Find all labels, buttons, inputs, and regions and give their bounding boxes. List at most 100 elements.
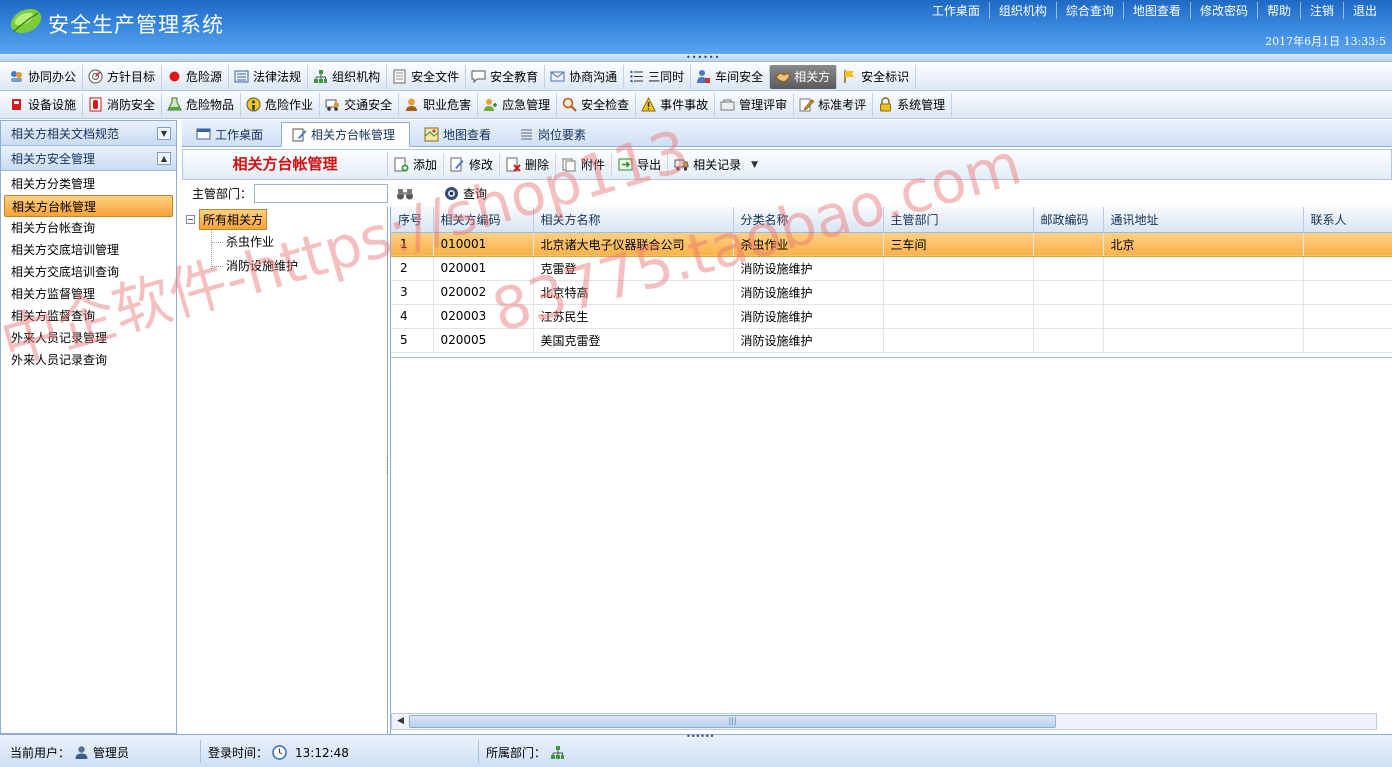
- nav-item-supervision-query[interactable]: 相关方监督查询: [1, 305, 176, 327]
- menu-laws[interactable]: 法律法规: [229, 64, 309, 89]
- menu-incidents[interactable]: 事件事故: [636, 92, 716, 117]
- cell-code: 010001: [433, 232, 534, 257]
- add-button[interactable]: 添加: [388, 153, 445, 176]
- tree-node-fire-facility-maintenance[interactable]: 消防设施维护: [211, 255, 298, 277]
- export-button[interactable]: 导出: [612, 153, 669, 176]
- column-header-name[interactable]: 相关方名称: [533, 207, 734, 233]
- table-row[interactable]: 4 020003 江苏民生 消防设施维护: [391, 304, 1392, 329]
- nav-item-classification[interactable]: 相关方分类管理: [1, 173, 176, 195]
- horizontal-scrollbar[interactable]: ◀ |||: [391, 713, 1377, 730]
- nav-item-training-management[interactable]: 相关方交底培训管理: [1, 239, 176, 261]
- leaf-logo-icon: [10, 8, 42, 34]
- delete-button[interactable]: 删除: [500, 153, 557, 176]
- tree-root-node[interactable]: − 所有相关方: [186, 209, 268, 230]
- scrollbar-thumb[interactable]: |||: [409, 715, 1056, 728]
- table-row[interactable]: 5 020005 美国克雷登 消防设施维护: [391, 328, 1392, 353]
- handshake-icon: [775, 72, 790, 83]
- nav-item-ledger-query[interactable]: 相关方台帐查询: [1, 217, 176, 239]
- nav-item-visitor-record-management[interactable]: 外来人员记录管理: [1, 327, 176, 349]
- attachment-icon: [562, 158, 576, 172]
- splitter-grip-icon[interactable]: ••••••: [686, 732, 714, 741]
- column-header-address[interactable]: 通讯地址: [1103, 207, 1304, 233]
- menu-hazardous-work[interactable]: 危险作业: [241, 92, 321, 117]
- header-link-map[interactable]: 地图查看: [1122, 2, 1190, 19]
- menu-label: 消防安全: [107, 98, 156, 112]
- cell-category: 杀虫作业: [733, 232, 884, 257]
- menu-traffic-safety[interactable]: 交通安全: [320, 92, 400, 117]
- tree-root-label[interactable]: 所有相关方: [199, 209, 268, 230]
- menu-organization[interactable]: 组织机构: [308, 64, 388, 89]
- org-chart-icon: [551, 746, 565, 759]
- menu-safety-signs[interactable]: 安全标识: [837, 64, 917, 89]
- scroll-left-icon[interactable]: ◀: [392, 714, 409, 729]
- column-header-postcode[interactable]: 邮政编码: [1033, 207, 1104, 233]
- menu-policy-goals[interactable]: 方针目标: [83, 64, 163, 89]
- table-row[interactable]: 2 020001 克雷登 消防设施维护: [391, 256, 1392, 281]
- column-header-department[interactable]: 主管部门: [883, 207, 1034, 233]
- tab-map[interactable]: 地图查看: [414, 123, 505, 146]
- nav-item-supervision-management[interactable]: 相关方监督管理: [1, 283, 176, 305]
- accordion-docs-header[interactable]: 相关方相关文档规范 ▼: [1, 121, 176, 146]
- menu-safety-documents[interactable]: 安全文件: [387, 64, 467, 89]
- menu-label: 事件事故: [660, 98, 709, 112]
- tab-ledger-management[interactable]: 相关方台帐管理: [281, 122, 411, 147]
- menu-management-review[interactable]: 管理评审: [715, 92, 795, 117]
- edit-button[interactable]: 修改: [444, 153, 501, 176]
- nav-item-ledger-management[interactable]: 相关方台帐管理: [4, 195, 173, 217]
- menu-label: 安全标识: [861, 70, 910, 84]
- menu-occupational-hazard[interactable]: 职业危害: [399, 92, 479, 117]
- menu-related-parties[interactable]: 相关方: [770, 64, 838, 89]
- menu-collaboration[interactable]: 协同办公: [4, 64, 84, 89]
- collapse-minus-icon[interactable]: −: [186, 215, 195, 224]
- header-link-exit[interactable]: 退出: [1342, 2, 1386, 19]
- flask-icon: [167, 97, 182, 111]
- menu-label: 方针目标: [107, 70, 156, 84]
- menu-hazardous-goods[interactable]: 危险物品: [162, 92, 242, 117]
- menu-system-management[interactable]: 系统管理: [873, 92, 953, 117]
- menu-consultation[interactable]: 协商沟通: [545, 64, 625, 89]
- expand-down-icon[interactable]: ▼: [157, 126, 171, 140]
- menu-label: 标准考评: [818, 98, 867, 112]
- magnifier-icon: [562, 97, 577, 112]
- header-link-query[interactable]: 综合查询: [1055, 2, 1123, 19]
- menu-equipment[interactable]: 设备设施: [4, 92, 84, 117]
- table-row[interactable]: 3 020002 北京特高 消防设施维护: [391, 280, 1392, 305]
- nav-item-training-query[interactable]: 相关方交底培训查询: [1, 261, 176, 283]
- vertical-splitter-grip-icon[interactable]: · · · · · ·: [386, 455, 389, 478]
- status-current-user: 当前用户： 管理员: [10, 744, 129, 761]
- binoculars-icon[interactable]: [396, 186, 414, 202]
- cell-name: 北京诸大电子仪器联合公司: [533, 232, 734, 257]
- header-splitter[interactable]: ••••••: [0, 53, 1392, 62]
- column-header-category[interactable]: 分类名称: [733, 207, 884, 233]
- table-row[interactable]: 1 010001 北京诸大电子仪器联合公司 杀虫作业 三车间 北京: [391, 232, 1392, 257]
- menu-label: 设备设施: [28, 98, 77, 112]
- header-link-change-password[interactable]: 修改密码: [1189, 2, 1257, 19]
- query-button[interactable]: 查询: [444, 185, 487, 202]
- menu-safety-education[interactable]: 安全教育: [466, 64, 546, 89]
- attachment-button[interactable]: 附件: [556, 153, 613, 176]
- tab-desktop[interactable]: 工作桌面: [186, 123, 277, 146]
- related-records-button[interactable]: 相关记录 ▼: [668, 154, 764, 176]
- column-header-contact[interactable]: 联系人: [1303, 207, 1392, 233]
- menu-hazard-source[interactable]: 危险源: [162, 64, 230, 89]
- tab-post-elements[interactable]: 岗位要素: [509, 123, 600, 146]
- menu-standard-evaluation[interactable]: 标准考评: [794, 92, 874, 117]
- tree-node-pest-control[interactable]: 杀虫作业: [211, 231, 274, 253]
- nav-item-visitor-record-query[interactable]: 外来人员记录查询: [1, 349, 176, 371]
- column-header-code[interactable]: 相关方编码: [433, 207, 534, 233]
- header-link-organization[interactable]: 组织机构: [988, 2, 1056, 19]
- menu-fire-safety[interactable]: 消防安全: [83, 92, 163, 117]
- menu-safety-inspection[interactable]: 安全检查: [557, 92, 637, 117]
- menu-three-simultaneous[interactable]: 三同时: [624, 64, 692, 89]
- header-link-logout[interactable]: 注销: [1299, 2, 1343, 19]
- dropdown-caret-icon[interactable]: ▼: [751, 160, 758, 170]
- menu-workshop-safety[interactable]: 车间安全: [691, 64, 771, 89]
- dept-filter-input[interactable]: [254, 184, 389, 203]
- header-link-help[interactable]: 帮助: [1256, 2, 1300, 19]
- collapse-up-icon[interactable]: ▲: [157, 151, 171, 165]
- accordion-header-label: 相关方安全管理: [11, 151, 96, 166]
- accordion-safety-header[interactable]: 相关方安全管理 ▲: [1, 146, 176, 171]
- header-link-desktop[interactable]: 工作桌面: [923, 2, 989, 19]
- column-header-index[interactable]: 序号: [391, 207, 434, 233]
- menu-emergency-management[interactable]: 应急管理: [478, 92, 558, 117]
